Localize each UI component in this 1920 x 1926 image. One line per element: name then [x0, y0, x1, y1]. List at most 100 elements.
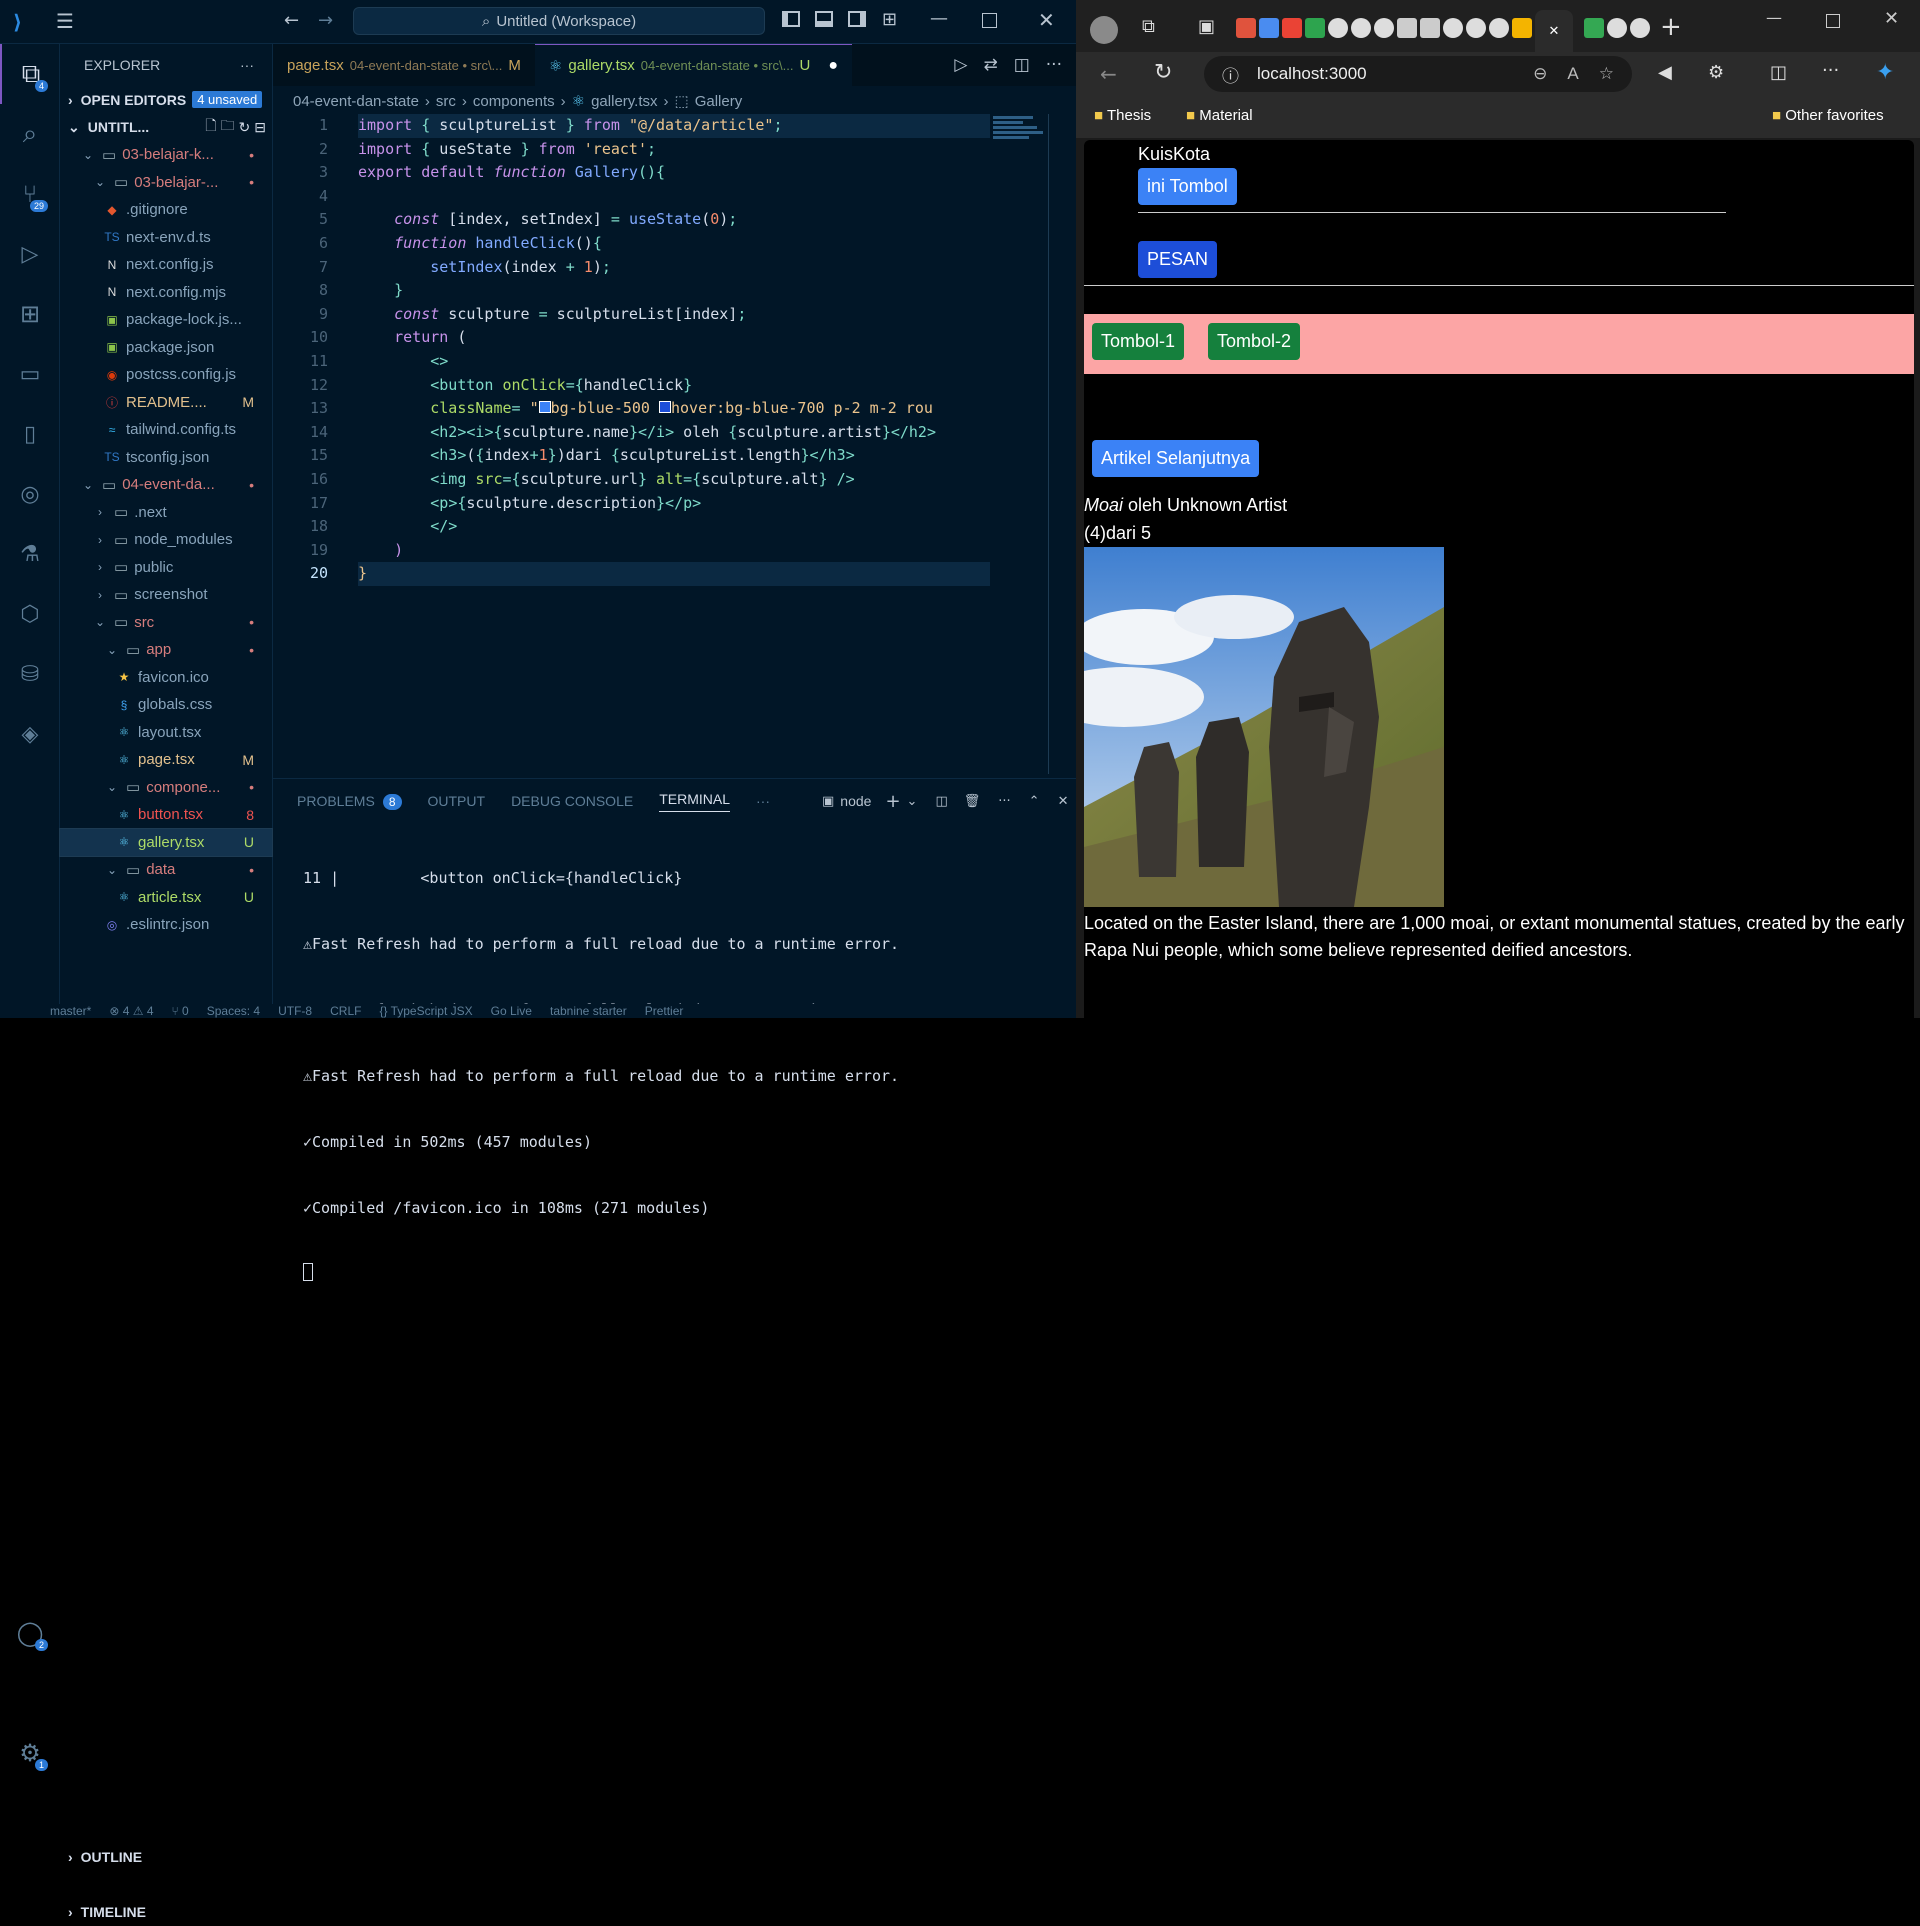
status-branch[interactable]: master* [50, 1004, 91, 1018]
active-tab[interactable]: ✕ [1535, 10, 1573, 52]
copilot-icon[interactable]: ✦ [1876, 60, 1894, 85]
tree-item[interactable]: ⌄ ▭ app • [60, 636, 272, 664]
tab-gallery-tsx[interactable]: ⚛ gallery.tsx 04-event-dan-state • src\.… [534, 44, 852, 86]
new-folder-icon[interactable]: 🗀 [221, 115, 235, 139]
git-graph-icon[interactable]: ◎ [0, 464, 60, 524]
toggle-secondary-sidebar-icon[interactable] [848, 11, 866, 27]
code-editor[interactable]: 1 import { sculptureList } from "@/data/a… [273, 114, 1049, 774]
layers-icon[interactable]: ◈ [0, 704, 60, 764]
new-tab-icon[interactable]: + [1660, 12, 1682, 42]
other-favorites[interactable]: ■ Other favorites [1772, 107, 1884, 124]
toggle-sidebar-icon[interactable] [782, 11, 800, 27]
tree-item[interactable]: ◆ .gitignore [60, 196, 272, 224]
tombol-1-button[interactable]: Tombol-1 [1092, 323, 1185, 360]
media-icon[interactable]: ◀ [1658, 62, 1672, 83]
toggle-panel-icon[interactable] [815, 11, 833, 27]
breadcrumb-folder[interactable]: components [473, 93, 555, 110]
bookmark-icon[interactable]: ▯ [0, 404, 60, 464]
tombol-2-button[interactable]: Tombol-2 [1208, 323, 1301, 360]
refresh-icon[interactable]: ↻ [239, 119, 251, 136]
customize-layout-icon[interactable]: ⊞ [882, 9, 897, 30]
close-tab-icon[interactable]: ✕ [1549, 24, 1560, 39]
remote-explorer-icon[interactable]: ▭ [0, 344, 60, 404]
tree-item[interactable]: ⚛ layout.tsx [60, 719, 272, 747]
tab-page-tsx[interactable]: page.tsx 04-event-dan-state • src\... M [273, 44, 535, 86]
tree-item[interactable]: ⌄ ▭ 03-belajar-... • [60, 169, 272, 197]
status-language[interactable]: {} TypeScript JSX [379, 1004, 472, 1018]
back-icon[interactable]: ← [1100, 62, 1117, 86]
tree-item[interactable]: ◎ .eslintrc.json [60, 911, 272, 939]
tab-favicons[interactable] [1236, 18, 1555, 38]
unsaved-dot-icon[interactable]: ● [828, 57, 838, 75]
status-indent[interactable]: Spaces: 4 [207, 1004, 260, 1018]
favorite-material[interactable]: ■ Material [1186, 107, 1253, 124]
tree-item[interactable]: ≈ tailwind.config.ts [60, 416, 272, 444]
tree-item[interactable]: ⌄ ▭ src • [60, 609, 272, 637]
outline-section[interactable]: › OUTLINE [60, 1844, 273, 1872]
settings-gear-icon[interactable]: ⚙ 1 [0, 1723, 60, 1783]
tree-item[interactable]: ▣ package-lock.js... [60, 306, 272, 334]
settings-more-icon[interactable]: ··· [1822, 60, 1839, 81]
tree-item[interactable]: TS tsconfig.json [60, 444, 272, 472]
maximize-panel-icon[interactable]: ⌃ [1029, 794, 1040, 809]
back-icon[interactable]: ← [284, 10, 299, 31]
tree-item[interactable]: ⓘ README.... M [60, 389, 272, 417]
more-tab-favicons[interactable] [1584, 18, 1650, 38]
chevron-down-icon[interactable]: ⌄ [907, 794, 918, 809]
breadcrumb-folder[interactable]: 04-event-dan-state [293, 93, 419, 110]
tree-item[interactable]: ⚛ article.tsx U [60, 884, 272, 912]
reload-icon[interactable]: ↻ [1154, 60, 1172, 85]
tree-item[interactable]: ⚛ page.tsx M [60, 746, 272, 774]
database-icon[interactable]: ⛁ [0, 644, 60, 704]
status-eol[interactable]: CRLF [330, 1004, 361, 1018]
breadcrumb-symbol[interactable]: Gallery [695, 93, 743, 110]
terminal-name[interactable]: node [840, 793, 871, 809]
tree-item[interactable]: › ▭ .next [60, 499, 272, 527]
new-file-icon[interactable]: 🗋 [205, 115, 216, 139]
docker-icon[interactable]: ⬡ [0, 584, 60, 644]
forward-icon[interactable]: → [318, 10, 333, 31]
more-actions-icon[interactable]: ··· [998, 794, 1010, 809]
tree-item[interactable]: › ▭ screenshot [60, 581, 272, 609]
ini-tombol-button[interactable]: ini Tombol [1138, 168, 1237, 205]
status-problems[interactable]: ⊗ 4 ⚠ 4 [109, 1004, 153, 1018]
info-icon[interactable]: ⓘ [1222, 62, 1239, 87]
tree-item[interactable]: Nnext.config.mjs [60, 279, 272, 307]
tab-debug-console[interactable]: DEBUG CONSOLE [511, 793, 633, 809]
zoom-icon[interactable]: ⊖ [1533, 64, 1547, 84]
tree-item[interactable]: ▣ package.json [60, 334, 272, 362]
open-editors-section[interactable]: › OPEN EDITORS 4 unsaved [60, 86, 272, 114]
favorite-thesis[interactable]: ■ Thesis [1094, 107, 1151, 124]
status-go-live[interactable]: Go Live [491, 1004, 532, 1018]
tree-item[interactable]: ★ favicon.ico [60, 664, 272, 692]
tree-item[interactable]: ⌄ ▭ 04-event-da... • [60, 471, 272, 499]
profile-avatar[interactable] [1090, 16, 1118, 44]
tree-item[interactable]: ⌄ ▭ data • [60, 856, 272, 884]
more-icon[interactable]: ··· [756, 793, 770, 809]
tree-item[interactable]: TS next-env.d.ts [60, 224, 272, 252]
close-window-icon[interactable]: ✕ [1884, 8, 1899, 29]
maximize-icon[interactable] [982, 13, 997, 28]
status-encoding[interactable]: UTF-8 [278, 1004, 312, 1018]
status-prettier[interactable]: Prettier [645, 1004, 684, 1018]
timeline-section[interactable]: › TIMELINE [60, 1898, 273, 1926]
extensions-icon[interactable]: ⊞ [0, 284, 60, 344]
tree-item[interactable]: ⚛ gallery.tsx U [59, 827, 273, 857]
more-actions-icon[interactable]: ··· [1046, 55, 1062, 75]
breadcrumb-folder[interactable]: src [436, 93, 456, 110]
source-control-icon[interactable]: ⑂ 29 [0, 164, 60, 224]
run-icon[interactable]: ▷ [954, 55, 967, 75]
collapse-all-icon[interactable]: ⊟ [254, 119, 266, 136]
breadcrumb-file[interactable]: gallery.tsx [591, 93, 657, 110]
tab-output[interactable]: OUTPUT [428, 793, 486, 809]
more-actions-icon[interactable]: ··· [240, 57, 254, 73]
testing-icon[interactable]: ⚗ [0, 524, 60, 584]
address-bar[interactable]: ⓘ localhost:3000 ⊖ A ☆ [1204, 56, 1632, 92]
search-view-icon[interactable]: ⌕ [0, 104, 60, 164]
workspace-section[interactable]: ⌄ UNTITL... 🗋 🗀 ↻ ⊟ [60, 114, 272, 142]
split-editor-icon[interactable]: ◫ [1014, 55, 1030, 75]
tree-item[interactable]: › ▭ public [60, 554, 272, 582]
explorer-icon[interactable]: ⧉ 4 [0, 44, 60, 104]
artikel-selanjutnya-button[interactable]: Artikel Selanjutnya [1092, 440, 1260, 477]
pesan-button[interactable]: PESAN [1138, 241, 1218, 278]
